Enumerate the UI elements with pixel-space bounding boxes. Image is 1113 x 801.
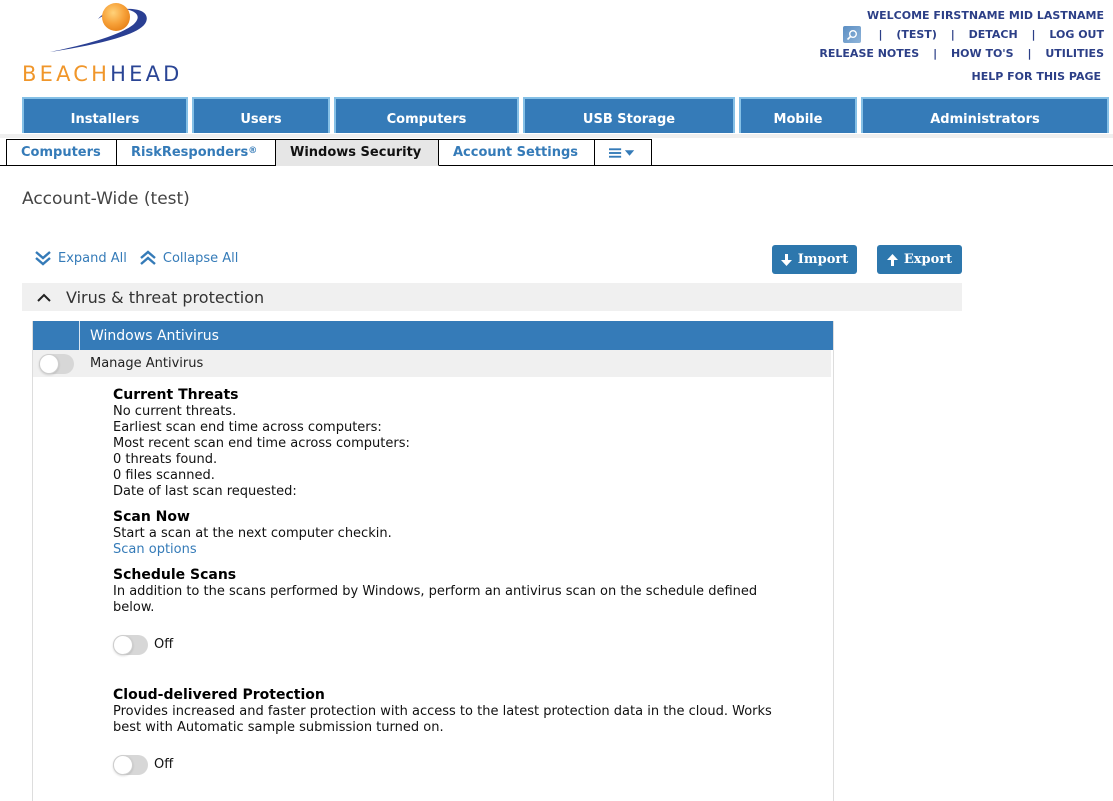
nav-mobile[interactable]: Mobile [739,97,857,133]
panel-header-lead [33,321,80,350]
caret-down-icon [624,149,635,156]
tab-riskresponders[interactable]: RiskResponders ® [117,139,276,166]
sub-tabs: Computers RiskResponders ® Windows Securi… [6,139,652,166]
tab-computers[interactable]: Computers [6,139,117,166]
cloud-protection-heading: Cloud-delivered Protection [113,687,325,703]
tab-windows-security[interactable]: Windows Security [276,139,439,166]
section-title: Virus & threat protection [66,287,265,307]
tab-label: Account Settings [453,145,579,160]
separator: | [878,28,883,41]
logo-word-beach: BEACH [22,62,111,86]
manage-antivirus-row: Manage Antivirus [33,350,831,377]
search-button[interactable] [842,25,861,43]
cloud-protection-toggle-row: Off [113,755,833,775]
search-icon [846,29,857,40]
logo-wordmark: BEACHHEAD [22,62,183,86]
schedule-scans-group: Schedule Scans In addition to the scans … [113,567,833,655]
export-label: Export [903,252,953,267]
account-row: | (TEST) | DETACH | LOG OUT [819,25,1104,44]
nav-computers[interactable]: Computers [334,97,519,133]
earliest-scan-line: Earliest scan end time across computers: [113,420,382,435]
schedule-scans-toggle-row: Off [113,635,833,655]
collapse-all-button[interactable]: Collapse All [139,249,239,267]
tab-label: RiskResponders [131,145,249,160]
scan-options-link[interactable]: Scan options [113,542,197,557]
expand-all-label: Expand All [58,250,127,266]
menu-icon [609,147,635,158]
schedule-scans-toggle[interactable] [113,635,148,655]
tab-label: Computers [21,145,101,160]
double-chevron-up-icon [140,250,156,265]
panel-title: Windows Antivirus [90,327,219,344]
scan-now-group: Scan Now Start a scan at the next comput… [113,509,833,558]
page-title: Account-Wide (test) [22,189,190,209]
last-scan-requested-line: Date of last scan requested: [113,484,297,499]
double-chevron-down-icon [35,251,51,266]
export-button[interactable]: Export [877,245,962,274]
tab-label: Windows Security [290,145,422,160]
welcome-row: WELCOME FIRSTNAME MID LASTNAME [819,6,1104,25]
separator: | [950,28,955,41]
cloud-protection-description: Provides increased and faster protection… [113,704,772,735]
separator: | [1031,28,1036,41]
arrow-down-icon [780,253,792,266]
tab-account-settings[interactable]: Account Settings [439,139,595,166]
schedule-scans-state: Off [154,637,174,652]
chevron-up-icon [37,293,51,302]
toggle-knob [39,353,59,374]
main-nav: Installers Users Computers USB Storage M… [22,97,1113,133]
recent-scan-line: Most recent scan end time across compute… [113,436,410,451]
logo-swoosh-icon [50,3,147,52]
nav-usb-storage[interactable]: USB Storage [523,97,735,133]
tab-more-menu[interactable] [595,139,652,166]
user-links: WELCOME FIRSTNAME MID LASTNAME | (TEST) … [819,6,1104,86]
detach-link[interactable]: DETACH [969,28,1018,41]
howtos-link[interactable]: HOW TO'S [951,47,1014,60]
cloud-protection-group: Cloud-delivered Protection Provides incr… [113,687,833,775]
beachhead-logo: BEACHHEAD [20,0,210,90]
cloud-protection-state: Off [154,757,174,772]
separator: | [1027,47,1032,60]
threat-status-line: No current threats. [113,404,237,419]
logout-link[interactable]: LOG OUT [1049,28,1104,41]
scan-now-text: Start a scan at the next computer checki… [113,526,392,541]
current-threats-heading: Current Threats [113,387,239,403]
separator: | [933,47,938,60]
toggle-knob [113,755,133,775]
help-link[interactable]: HELP FOR THIS PAGE [972,70,1101,83]
import-button[interactable]: Import [772,245,857,274]
help-row: HELP FOR THIS PAGE [819,67,1104,86]
welcome-text: WELCOME FIRSTNAME MID LASTNAME [866,9,1104,22]
manage-antivirus-label: Manage Antivirus [90,356,204,371]
scan-now-heading: Scan Now [113,509,190,525]
resources-row: RELEASE NOTES | HOW TO'S | UTILITIES [819,44,1104,63]
nav-divider [0,134,1113,138]
section-virus-threat-protection[interactable]: Virus & threat protection [22,283,962,311]
expand-collapse-controls: Expand All Collapse All [34,249,250,267]
schedule-scans-heading: Schedule Scans [113,567,237,583]
arrow-up-icon [886,253,898,266]
release-notes-link[interactable]: RELEASE NOTES [819,47,919,60]
panel-body: Current Threats No current threats. Earl… [33,377,833,775]
windows-antivirus-panel: Windows Antivirus Manage Antivirus Curre… [32,321,834,801]
collapse-all-label: Collapse All [162,250,239,266]
utilities-link[interactable]: UTILITIES [1045,47,1104,60]
current-threats-group: Current Threats No current threats. Earl… [113,387,833,500]
nav-users[interactable]: Users [192,97,330,133]
expand-all-button[interactable]: Expand All [34,249,127,267]
cloud-protection-toggle[interactable] [113,755,148,775]
panel-header: Windows Antivirus [33,321,833,350]
logo-word-head: HEAD [110,62,183,86]
nav-administrators[interactable]: Administrators [861,97,1109,133]
import-label: Import [797,252,849,267]
schedule-scans-description: In addition to the scans performed by Wi… [113,584,758,615]
registered-mark: ® [248,145,258,156]
account-link[interactable]: (TEST) [896,28,937,41]
files-scanned-line: 0 files scanned. [113,468,215,483]
nav-installers[interactable]: Installers [22,97,188,133]
toggle-knob [113,635,133,655]
threats-found-line: 0 threats found. [113,452,218,467]
manage-antivirus-toggle[interactable] [39,353,74,374]
